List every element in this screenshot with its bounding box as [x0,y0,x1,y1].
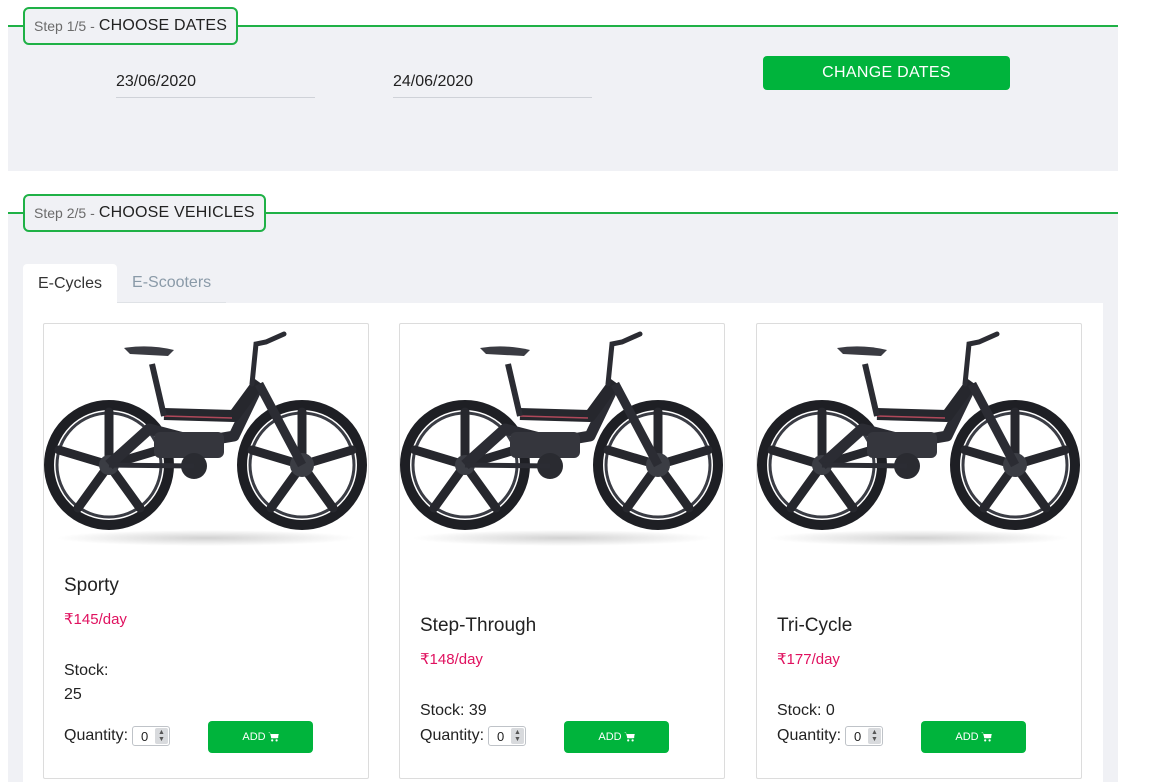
vehicle-card: Tri-Cycle ₹177/day Stock: 0 Quantity: 0 … [756,323,1082,779]
quantity-label: Quantity: [64,727,129,744]
stock-label: Stock: 39 [420,702,487,719]
e-bike-image [400,324,724,548]
stock-value: 25 [64,686,82,703]
spinner-arrows-icon[interactable]: ▲ ▼ [511,728,524,744]
shopping-cart-icon [267,732,279,742]
vehicle-price: ₹177/day [777,651,840,668]
step-number: Step 2/5 [34,205,87,221]
quantity-value: 0 [854,729,862,744]
quantity-label: Quantity: [420,727,485,744]
shopping-cart-icon [623,732,635,742]
choose-dates-section: Step 1/5 - CHOOSE DATES 23/06/2020 24/06… [8,7,1118,171]
stock-label: Stock: [64,662,109,679]
step-separator: - [90,18,95,34]
vehicle-name: Tri-Cycle [777,615,853,636]
quantity-value: 0 [141,729,149,744]
vehicle-price: ₹148/day [420,651,483,668]
vehicle-tabs: E-Cycles E-Scooters [23,264,227,303]
choose-vehicles-section: Step 2/5 - CHOOSE VEHICLES E-Cycles E-Sc… [8,194,1118,782]
e-bike-image [44,324,368,548]
quantity-stepper[interactable]: 0 ▲ ▼ [132,726,170,746]
quantity-value: 0 [497,729,505,744]
add-label: ADD [598,731,622,743]
step-2-header: Step 2/5 - CHOOSE VEHICLES [23,194,266,232]
vehicle-card: Step-Through ₹148/day Stock: 39 Quantity… [399,323,725,779]
quantity-stepper[interactable]: 0 ▲ ▼ [845,726,883,746]
quantity-label: Quantity: [777,727,842,744]
add-to-cart-button[interactable]: ADD [564,721,669,753]
spinner-arrows-icon[interactable]: ▲ ▼ [868,728,881,744]
step-title: CHOOSE VEHICLES [98,204,255,221]
end-date-field[interactable]: 24/06/2020 [393,73,592,98]
vehicle-name: Sporty [64,575,119,596]
e-bike-image [757,324,1081,548]
e-cycles-panel: Sporty ₹145/day Stock: 25 Quantity: 0 ▲ ▼… [23,303,1103,782]
quantity-stepper[interactable]: 0 ▲ ▼ [488,726,526,746]
vehicle-name: Step-Through [420,615,537,636]
shopping-cart-icon [980,732,992,742]
change-dates-button[interactable]: CHANGE DATES [763,56,1010,90]
add-to-cart-button[interactable]: ADD [921,721,1026,753]
vehicle-price: ₹145/day [64,611,127,628]
step-separator: - [90,205,95,221]
tab-e-cycles[interactable]: E-Cycles [23,264,118,303]
add-label: ADD [955,731,979,743]
stock-label: Stock: 0 [777,702,835,719]
step-1-header: Step 1/5 - CHOOSE DATES [23,7,239,45]
start-date-field[interactable]: 23/06/2020 [116,73,315,98]
add-label: ADD [242,731,266,743]
step-title: CHOOSE DATES [98,17,228,34]
step-number: Step 1/5 [34,18,87,34]
add-to-cart-button[interactable]: ADD [208,721,313,753]
tab-e-scooters[interactable]: E-Scooters [117,264,227,303]
vehicle-card: Sporty ₹145/day Stock: 25 Quantity: 0 ▲ ▼… [43,323,369,779]
spinner-arrows-icon[interactable]: ▲ ▼ [155,728,168,744]
